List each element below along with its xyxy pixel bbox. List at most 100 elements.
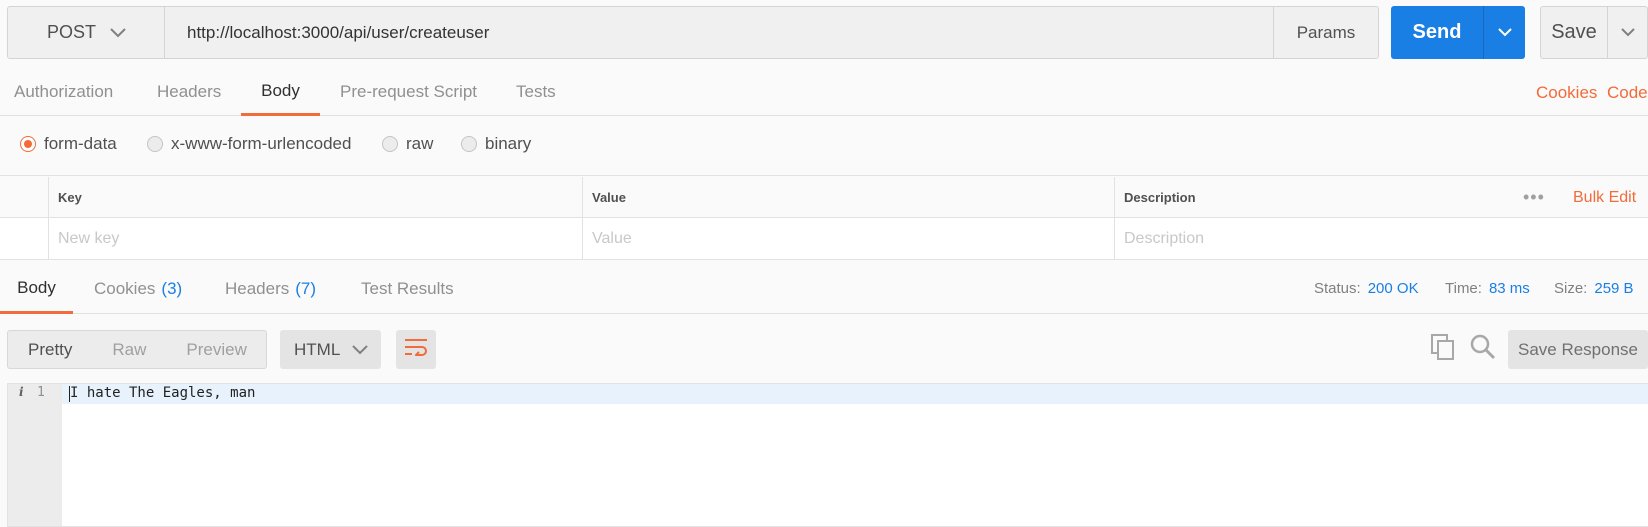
url-text: http://localhost:3000/api/user/createuse… [187, 22, 490, 42]
tab-body[interactable]: Body [241, 68, 320, 116]
body-type-options: form-data x-www-form-urlencoded raw bina… [0, 118, 1648, 176]
radio-label: x-www-form-urlencoded [171, 134, 352, 153]
column-header-key: Key [49, 177, 582, 217]
tab-label: Tests [516, 82, 556, 101]
status-value: 200 OK [1367, 280, 1419, 297]
method-label: POST [47, 22, 97, 42]
format-select[interactable]: HTML [280, 330, 381, 369]
time-value: 83 ms [1488, 280, 1530, 297]
size-value: 259 B [1594, 280, 1634, 297]
tab-authorization[interactable]: Authorization [14, 68, 113, 116]
radio-label: raw [406, 134, 434, 153]
save-button-group: Save [1540, 6, 1648, 59]
cookies-count-badge: (3) [161, 279, 183, 298]
row-gutter [0, 177, 49, 217]
request-tabs: Authorization Headers Body Pre-request S… [0, 68, 1648, 116]
code-link[interactable]: Code [1607, 83, 1648, 103]
copy-icon [1431, 333, 1455, 365]
params-label: Params [1296, 22, 1356, 42]
copy-button[interactable] [1428, 333, 1458, 365]
url-bar: POST http://localhost:3000/api/user/crea… [7, 6, 1379, 59]
tab-label: Headers [157, 82, 222, 101]
column-header-label: Key [58, 189, 82, 205]
form-data-table: Key Value Description ••• Bulk Edit [0, 177, 1648, 260]
raw-view-button[interactable]: Raw [92, 340, 166, 360]
radio-label: form-data [44, 134, 117, 153]
tab-label: Headers [225, 279, 290, 298]
save-label: Save [1551, 21, 1597, 43]
info-icon: i [19, 385, 24, 399]
radio-raw[interactable]: raw [382, 134, 433, 154]
row-gutter [0, 218, 49, 259]
headers-count-badge: (7) [295, 279, 317, 298]
line-gutter [8, 384, 62, 526]
time-label: Time: [1445, 280, 1482, 297]
more-options-icon[interactable]: ••• [1523, 187, 1545, 208]
table-header-row: Key Value Description ••• Bulk Edit [0, 177, 1648, 218]
response-tab-cookies[interactable]: Cookies (3) [94, 264, 182, 314]
tab-label: Test Results [361, 279, 454, 298]
chevron-down-icon [110, 22, 126, 43]
radio-circle [382, 136, 398, 152]
column-header-label: Value [592, 189, 626, 205]
radio-circle [147, 136, 163, 152]
chevron-down-icon [1620, 24, 1635, 42]
response-tab-headers[interactable]: Headers (7) [225, 264, 316, 314]
pretty-view-button[interactable]: Pretty [8, 340, 92, 360]
search-icon [1470, 334, 1496, 365]
tab-label: Cookies [94, 279, 156, 298]
tab-tests[interactable]: Tests [516, 68, 556, 116]
save-response-label: Save Response [1517, 339, 1639, 359]
method-select[interactable]: POST [8, 7, 165, 58]
line-number: 1 [37, 385, 45, 400]
view-mode-group: Pretty Raw Preview [7, 330, 267, 369]
table-row [0, 218, 1648, 259]
tab-label: Authorization [14, 82, 114, 101]
save-options-button[interactable] [1607, 7, 1647, 58]
params-button[interactable]: Params [1273, 7, 1378, 58]
wrap-lines-icon [404, 338, 428, 361]
size-readout: Size: 259 B [1554, 280, 1634, 297]
cookies-link[interactable]: Cookies [1536, 83, 1597, 103]
radio-x-www-form-urlencoded[interactable]: x-www-form-urlencoded [147, 134, 351, 154]
tab-label: Body [17, 277, 56, 297]
send-options-button[interactable] [1483, 6, 1525, 59]
status-label: Status: [1314, 280, 1361, 297]
value-input[interactable] [592, 229, 1114, 248]
status-readout: Status: 200 OK [1314, 280, 1419, 297]
radio-circle [20, 136, 36, 152]
url-input[interactable]: http://localhost:3000/api/user/createuse… [165, 7, 1273, 58]
response-tab-test-results[interactable]: Test Results [361, 264, 454, 314]
value-cell [582, 218, 1114, 259]
chevron-down-icon [1497, 24, 1512, 42]
send-label: Send [1412, 21, 1462, 43]
radio-label: binary [485, 134, 532, 153]
description-input[interactable] [1124, 229, 1648, 248]
column-header-description: Description [1114, 177, 1514, 217]
column-header-label: Description [1124, 189, 1196, 205]
search-button[interactable] [1468, 333, 1498, 365]
tab-headers[interactable]: Headers [157, 68, 221, 116]
tab-label: Pre-request Script [340, 82, 477, 101]
column-header-value: Value [582, 177, 1114, 217]
save-response-button[interactable]: Save Response [1508, 330, 1648, 369]
description-cell [1114, 218, 1648, 259]
size-label: Size: [1554, 280, 1588, 297]
send-button[interactable]: Send [1391, 6, 1483, 59]
radio-binary[interactable]: binary [461, 134, 531, 154]
response-tab-body[interactable]: Body [0, 264, 73, 314]
new-key-input[interactable] [58, 229, 582, 248]
tab-label: Body [261, 80, 300, 100]
response-editor[interactable]: i 1 I hate The Eagles, man [7, 383, 1648, 527]
bulk-edit-link[interactable]: Bulk Edit [1573, 189, 1636, 207]
code-line: I hate The Eagles, man [70, 385, 256, 401]
send-button-group: Send [1391, 6, 1525, 59]
format-label: HTML [294, 339, 341, 359]
tab-pre-request-script[interactable]: Pre-request Script [340, 68, 477, 116]
preview-view-button[interactable]: Preview [166, 340, 266, 360]
save-button[interactable]: Save [1541, 7, 1607, 58]
wrap-lines-button[interactable] [396, 330, 436, 369]
key-cell [49, 218, 582, 259]
radio-form-data[interactable]: form-data [20, 134, 117, 154]
chevron-down-icon [352, 340, 368, 360]
